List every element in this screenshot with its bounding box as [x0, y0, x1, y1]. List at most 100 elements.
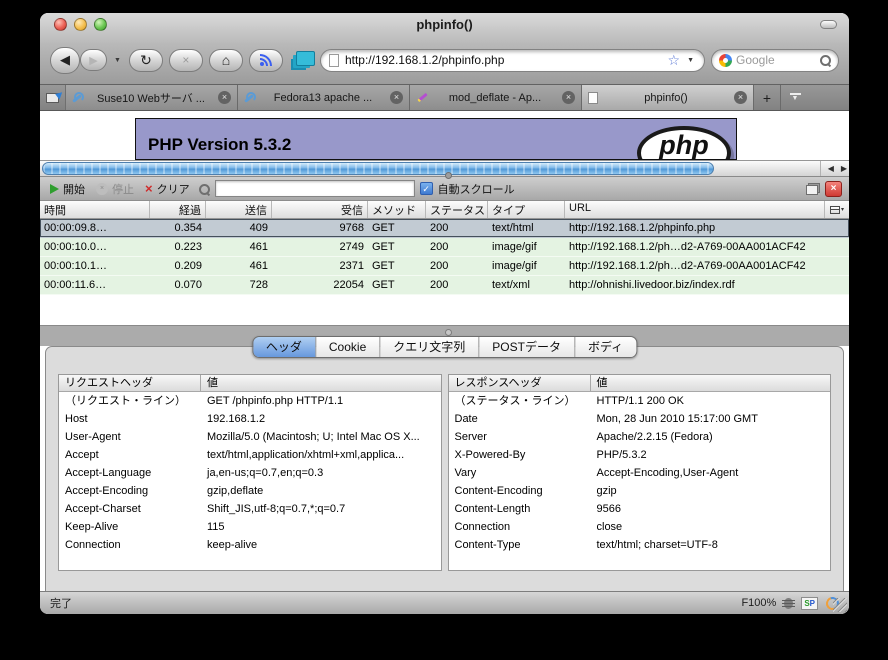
column-type[interactable]: タイプ [488, 201, 565, 218]
detach-panel-icon[interactable] [806, 183, 820, 195]
request-headers-value-label[interactable]: 値 [201, 375, 441, 391]
resize-grip[interactable] [833, 598, 847, 612]
detail-tab[interactable]: POSTデータ [479, 337, 575, 357]
forward-button[interactable]: ▶ [80, 49, 107, 71]
cell-method: GET [368, 257, 426, 275]
scroll-left-icon[interactable]: ◀ [828, 164, 834, 173]
stop-button[interactable]: × [169, 49, 203, 72]
header-row[interactable]: Host 192.168.1.2 [59, 410, 441, 428]
column-time[interactable]: 時間 [40, 201, 150, 218]
autoscroll-checkbox[interactable]: ✓ [420, 182, 433, 195]
close-window-button[interactable] [54, 18, 67, 31]
browser-tab[interactable]: phpinfo() × [582, 85, 754, 110]
minimize-window-button[interactable] [74, 18, 87, 31]
clear-button[interactable]: × クリア [142, 181, 193, 197]
search-icon[interactable] [819, 54, 831, 66]
browser-tab[interactable]: Fedora13 apache ... × [238, 85, 410, 110]
tab-close-icon[interactable]: × [390, 91, 403, 104]
tab-close-icon[interactable]: × [734, 91, 747, 104]
browser-window: phpinfo() ◀ ▶ ▼ ↻ × ⌂ http://192.168.1.2… [40, 13, 849, 614]
zoom-level[interactable]: F100% [741, 597, 776, 609]
status-bar: 完了 F100% SP [40, 591, 849, 614]
header-row[interactable]: Accept-Language ja,en-us;q=0.7,en;q=0.3 [59, 464, 441, 482]
reload-button[interactable]: ↻ [129, 49, 163, 72]
header-row[interactable]: Connection close [449, 518, 831, 536]
header-row[interactable]: （リクエスト・ライン） GET /phpinfo.php HTTP/1.1 [59, 392, 441, 410]
header-row[interactable]: X-Powered-By PHP/5.3.2 [449, 446, 831, 464]
toolbar-toggle-lozenge[interactable] [820, 20, 837, 29]
column-elapsed[interactable]: 経過 [150, 201, 206, 218]
response-headers-title[interactable]: レスポンスヘッダ [449, 375, 591, 391]
request-row[interactable]: 00:00:09.8… 0.354 409 9768 GET 200 text/… [40, 219, 849, 238]
start-button[interactable]: 開始 [47, 181, 88, 197]
google-logo-icon[interactable] [719, 54, 732, 67]
titlebar[interactable]: phpinfo() [40, 13, 849, 36]
clear-label: クリア [157, 181, 190, 197]
header-row[interactable]: （ステータス・ライン） HTTP/1.1 200 OK [449, 392, 831, 410]
column-picker-button[interactable]: ▾ [825, 201, 849, 218]
header-row[interactable]: Accept text/html,application/xhtml+xml,a… [59, 446, 441, 464]
column-method[interactable]: メソッド [368, 201, 426, 218]
tab-label: Suse10 Webサーバ ... [89, 90, 213, 106]
forward-icon: ▶ [89, 54, 97, 67]
php-logo: php [637, 126, 731, 160]
request-headers-title[interactable]: リクエストヘッダ [59, 375, 201, 391]
header-key: Content-Length [449, 500, 591, 518]
browser-tab[interactable]: mod_deflate - Ap... × [410, 85, 582, 110]
scrollbar-arrows: ◀ ▶ [820, 161, 847, 176]
home-button[interactable]: ⌂ [209, 49, 243, 72]
header-value: Accept-Encoding,User-Agent [591, 464, 831, 482]
column-received[interactable]: 受信 [272, 201, 368, 218]
header-row[interactable]: Content-Type text/html; charset=UTF-8 [449, 536, 831, 554]
scroll-right-icon[interactable]: ▶ [841, 164, 847, 173]
new-tab-button[interactable]: + [754, 85, 781, 110]
stop-label: 停止 [112, 181, 134, 197]
recently-closed-tabs-button[interactable] [40, 85, 66, 110]
header-row[interactable]: Accept-Charset Shift_JIS,utf-8;q=0.7,*;q… [59, 500, 441, 518]
column-sent[interactable]: 送信 [206, 201, 272, 218]
header-row[interactable]: Vary Accept-Encoding,User-Agent [449, 464, 831, 482]
header-row[interactable]: User-Agent Mozilla/5.0 (Macintosh; U; In… [59, 428, 441, 446]
response-headers-value-label[interactable]: 値 [591, 375, 831, 391]
search-engine-label[interactable]: Google [736, 53, 815, 67]
header-row[interactable]: Content-Length 9566 [449, 500, 831, 518]
header-row[interactable]: Keep-Alive 115 [59, 518, 441, 536]
header-key: Server [449, 428, 591, 446]
stop-capture-button[interactable]: × 停止 [93, 181, 137, 197]
detail-tab[interactable]: ボディ [575, 337, 636, 357]
header-row[interactable]: Connection keep-alive [59, 536, 441, 554]
request-row[interactable]: 00:00:11.6… 0.070 728 22054 GET 200 text… [40, 276, 849, 295]
browser-tab[interactable]: Suse10 Webサーバ ... × [66, 85, 238, 110]
tab-close-icon[interactable]: × [218, 91, 231, 104]
header-row[interactable]: Server Apache/2.2.15 (Fedora) [449, 428, 831, 446]
sp-addon-badge[interactable]: SP [801, 597, 818, 610]
column-status[interactable]: ステータス [426, 201, 488, 218]
bookmark-star-icon[interactable]: ☆ [668, 53, 681, 67]
list-all-tabs-button[interactable]: ▼ [781, 85, 809, 110]
scrollbar-thumb[interactable] [42, 162, 714, 175]
header-row[interactable]: Accept-Encoding gzip,deflate [59, 482, 441, 500]
request-row[interactable]: 00:00:10.1… 0.209 461 2371 GET 200 image… [40, 257, 849, 276]
close-panel-button[interactable]: × [825, 181, 842, 197]
history-dropdown-icon[interactable]: ▼ [114, 57, 121, 64]
detail-tab[interactable]: ヘッダ [253, 337, 316, 357]
url-text[interactable]: http://192.168.1.2/phpinfo.php [345, 53, 662, 67]
header-row[interactable]: Date Mon, 28 Jun 2010 15:17:00 GMT [449, 410, 831, 428]
back-button[interactable]: ◀ [50, 47, 80, 74]
detail-tab[interactable]: Cookie [316, 337, 380, 357]
cell-sent: 461 [206, 257, 272, 275]
bug-addon-icon[interactable] [784, 598, 793, 609]
column-url[interactable]: URL [565, 201, 825, 218]
zoom-window-button[interactable] [94, 18, 107, 31]
rss-feed-button[interactable] [249, 49, 283, 72]
addon-stack-icon[interactable] [296, 51, 315, 66]
header-row[interactable]: Content-Encoding gzip [449, 482, 831, 500]
tab-close-icon[interactable]: × [562, 91, 575, 104]
request-row[interactable]: 00:00:10.0… 0.223 461 2749 GET 200 image… [40, 238, 849, 257]
cell-method: GET [368, 219, 426, 237]
detail-tab[interactable]: クエリ文字列 [380, 337, 479, 357]
filter-input[interactable] [215, 180, 415, 197]
search-bar[interactable]: Google [711, 49, 839, 72]
location-bar[interactable]: http://192.168.1.2/phpinfo.php ☆ ▼ [320, 49, 705, 72]
location-dropdown-icon[interactable]: ▼ [687, 57, 694, 64]
